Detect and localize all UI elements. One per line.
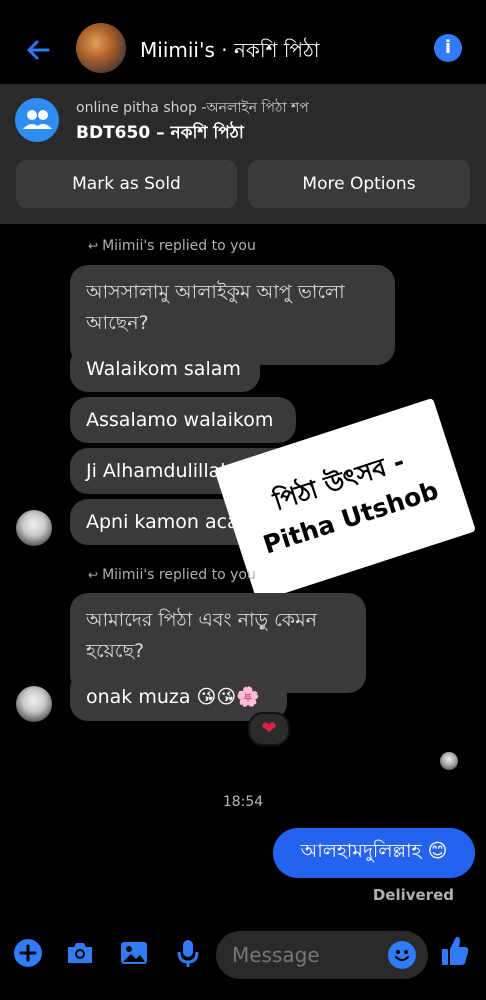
heart-reaction[interactable]: ❤ [248,712,290,746]
read-receipt-avatar [440,752,458,770]
more-options-button[interactable]: More Options [248,160,470,208]
info-icon[interactable]: i [434,34,462,62]
message-bubble[interactable]: Assalamo walaikom [70,397,296,443]
status-bar [0,0,486,14]
reply-note: ↩ Miimii's replied to you [88,238,256,254]
reply-note-text: Miimii's replied to you [102,567,256,583]
camera-icon[interactable] [64,937,96,969]
shop-name: online pitha shop -অনলাইন পিঠা শপ [76,100,309,116]
timestamp: 18:54 [222,794,264,810]
composer-bar [0,925,486,1000]
mark-as-sold-button[interactable]: Mark as Sold [16,160,237,208]
plus-icon[interactable] [12,937,44,969]
emoji-icon[interactable] [388,941,416,969]
message-bubble[interactable]: Walaikom salam [70,346,260,392]
thumbs-up-icon[interactable] [440,933,470,969]
delivered-status: Delivered [372,886,454,904]
back-arrow-icon[interactable] [22,34,54,66]
chat-header: Miimii's · নকশি পিঠা i [0,14,486,84]
reply-arrow-icon: ↩ [88,568,99,582]
outgoing-message[interactable]: আলহামদুলিল্লাহ 😊 [273,828,475,878]
sender-avatar[interactable] [16,686,52,722]
listing-price-title: BDT650 – নকশি পিঠা [76,123,244,143]
reply-note: ↩ Miimii's replied to you [88,567,256,583]
group-icon [15,98,59,142]
reply-note-text: Miimii's replied to you [102,238,256,254]
image-icon[interactable] [118,937,150,969]
microphone-icon[interactable] [172,937,204,969]
reply-arrow-icon: ↩ [88,239,99,253]
conversation-title[interactable]: Miimii's · নকশি পিঠা [140,36,320,69]
sender-avatar[interactable] [16,510,52,546]
conversation-avatar[interactable] [76,23,126,73]
listing-banner: online pitha shop -অনলাইন পিঠা শপ BDT650… [0,84,486,224]
